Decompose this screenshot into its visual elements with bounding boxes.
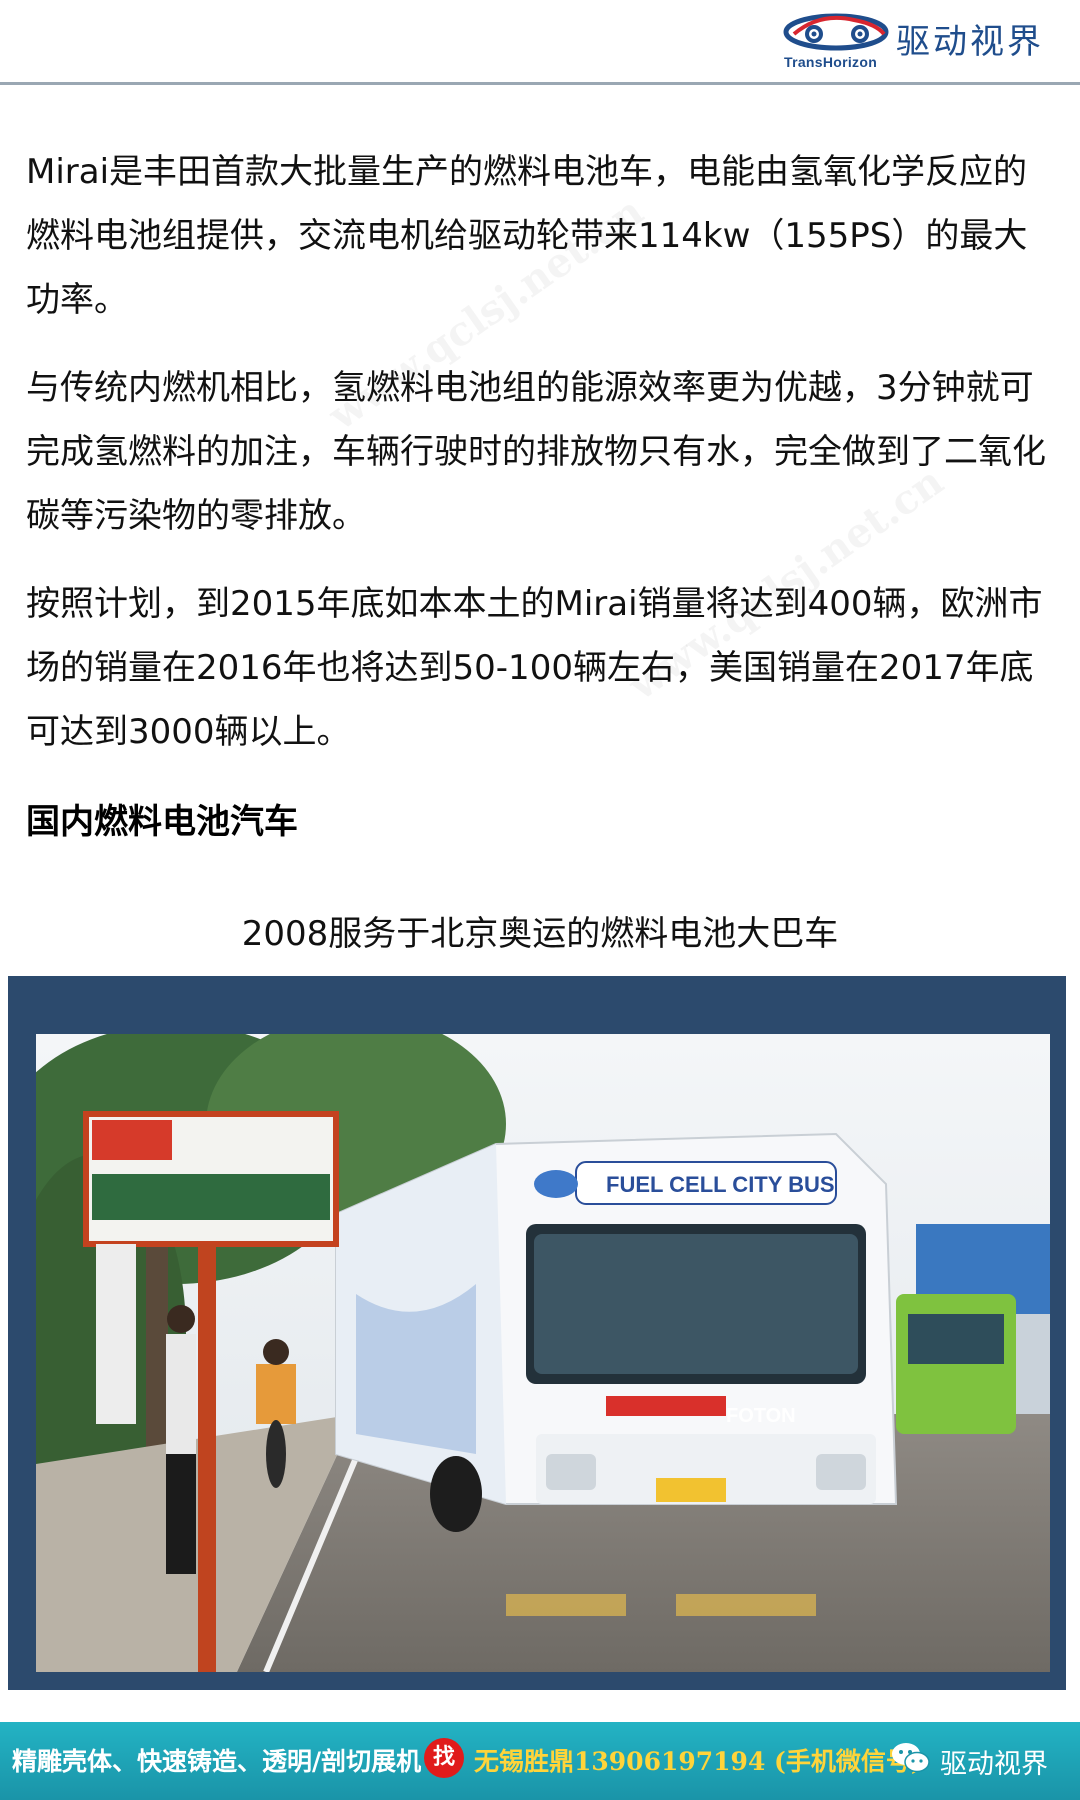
- paragraph-mirai-intro: Mirai是丰田首款大批量生产的燃料电池车，电能由氢氧化学反应的燃料电池组提供，…: [26, 152, 1028, 320]
- photo-caption: 2008服务于北京奥运的燃料电池大巴车: [241, 914, 839, 954]
- article-body: Mirai是丰田首款大批量生产的燃料电池车，电能由氢氧化学反应的燃料电池组提供，…: [26, 140, 1056, 852]
- find-badge: 找: [424, 1738, 464, 1778]
- logo-english-name: TransHorizon: [784, 54, 878, 70]
- fuel-cell-bus-photo[interactable]: FUEL CELL CITY BUS FOTON: [36, 1034, 1050, 1672]
- wechat-icon: [892, 1743, 930, 1773]
- section-heading: 国内燃料电池汽车: [26, 802, 298, 842]
- header-divider: [0, 82, 1080, 85]
- bus-brand-text: FOTON: [726, 1405, 796, 1427]
- header-bar: TransHorizon 驱动视界: [0, 0, 1080, 84]
- transhorizon-logo[interactable]: TransHorizon 驱动视界: [780, 10, 1050, 72]
- paragraph-sales-plan: 按照计划，到2015年底如本本土的Mirai销量将达到400辆，欧洲市场的销量在…: [26, 584, 1043, 752]
- bus-banner-text: FUEL CELL CITY BUS: [606, 1172, 835, 1197]
- paragraph-efficiency: 与传统内燃机相比，氢燃料电池组的能源效率更为优越，3分钟就可完成氢燃料的加注，车…: [26, 368, 1046, 536]
- footer-banner: 精雕壳体、快速铸造、透明/剖切展机 找 无锡胜鼎13906197194 (手机微…: [0, 1722, 1080, 1800]
- footer-services-text: 精雕壳体、快速铸造、透明/剖切展机: [12, 1747, 422, 1776]
- bus-scene-illustration: FUEL CELL CITY BUS FOTON: [36, 1034, 1050, 1672]
- footer-brand-name[interactable]: 驱动视界: [940, 1742, 1048, 1781]
- footer-contact-text[interactable]: 无锡胜鼎13906197194 (手机微信号): [474, 1742, 923, 1778]
- logo-chinese-name: 驱动视界: [896, 22, 1044, 62]
- car-swirl-logo-icon: [783, 13, 889, 51]
